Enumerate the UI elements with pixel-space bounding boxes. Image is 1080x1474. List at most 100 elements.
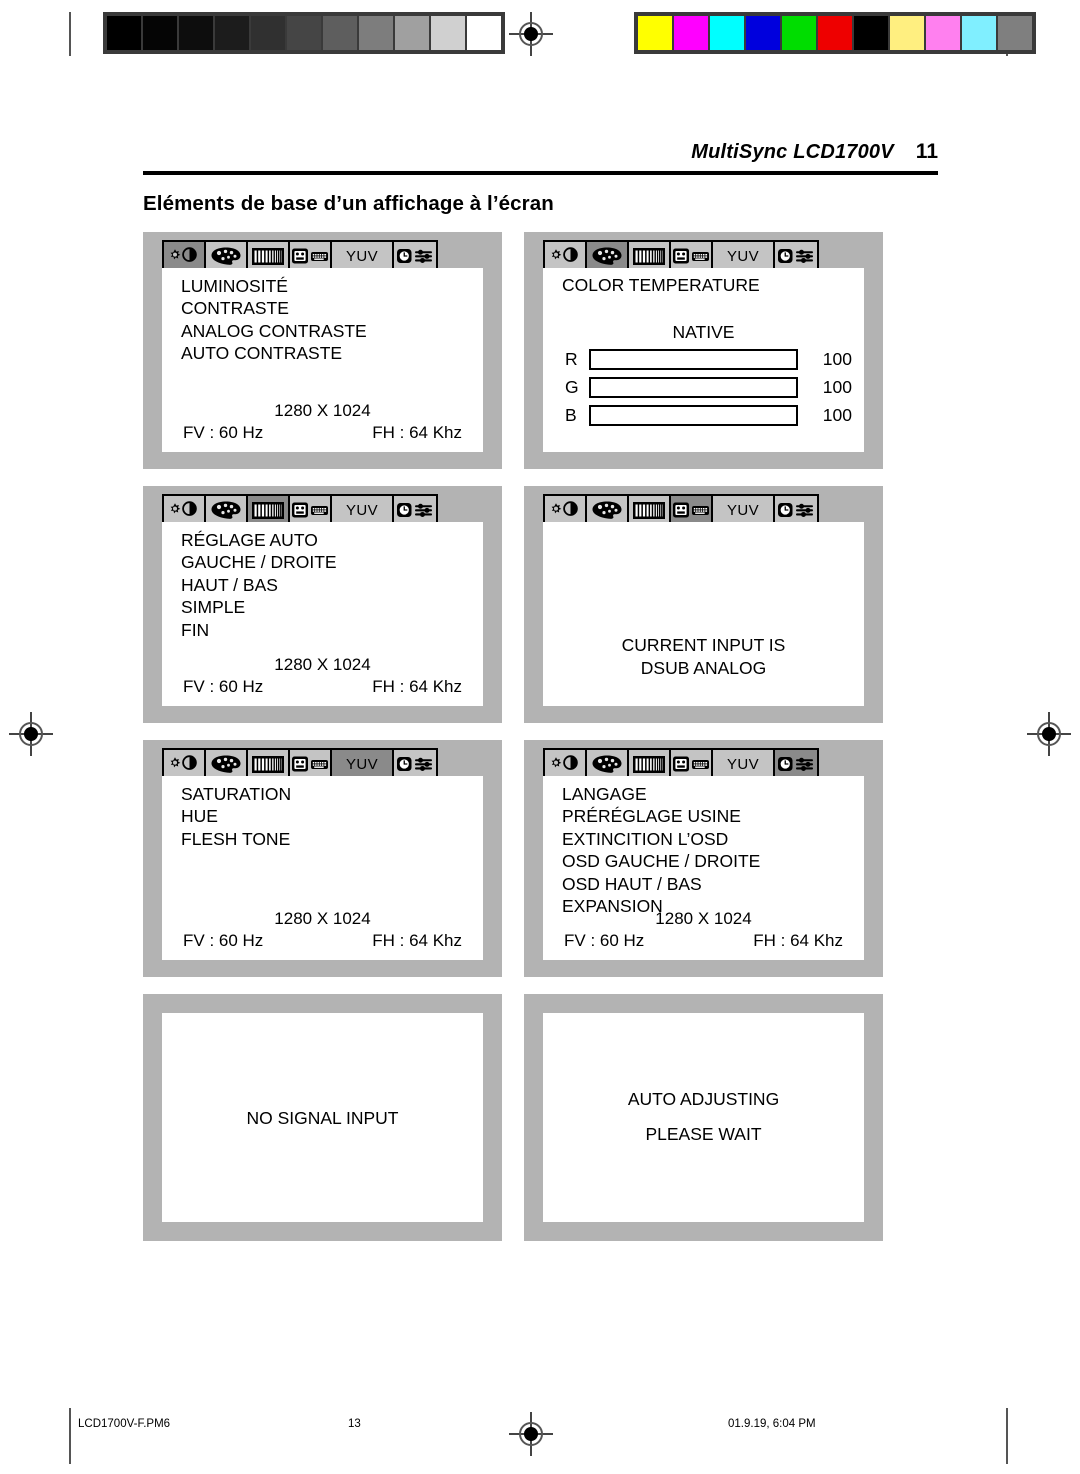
osd-panel-row: YUV LUMINOSITÉ CONTRASTE ANALOG CONTRASTE A… xyxy=(143,232,938,469)
brightness-contrast-icon xyxy=(166,500,202,520)
osd-tab-tools[interactable] xyxy=(394,242,436,270)
osd-tab-input[interactable] xyxy=(290,750,332,778)
rgb-slider-row[interactable]: R 100 xyxy=(565,349,852,370)
osd-panel-row: NO SIGNAL INPUT AUTO ADJUSTING PLEASE WAIT xyxy=(143,994,938,1241)
osd-tab-tools[interactable] xyxy=(394,496,436,524)
yuv-text-icon: YUV xyxy=(345,501,379,519)
color-temperature-preset[interactable]: NATIVE xyxy=(543,322,864,343)
osd-tab-brightness-contrast[interactable] xyxy=(164,750,206,778)
horizontal-frequency-label: FH : 64 Khz xyxy=(372,931,462,950)
yuv-panel: YUV SATURATION HUE FLESH TONE 1280 X 1024 FV… xyxy=(143,740,502,977)
horizontal-frequency-label: FH : 64 Khz xyxy=(753,931,843,950)
rgb-slider-track[interactable] xyxy=(589,405,798,426)
osd-tab-input[interactable] xyxy=(671,496,713,524)
osd-menu-item[interactable]: LUMINOSITÉ xyxy=(181,275,483,297)
osd-menu-item[interactable]: PRÉRÉGLAGE USINE xyxy=(562,805,864,827)
signal-info-block: 1280 X 1024 FV : 60 Hz FH : 64 Khz xyxy=(162,401,483,443)
signal-info-block: 1280 X 1024 FV : 60 Hz FH : 64 Khz xyxy=(162,909,483,951)
osd-tab-input[interactable] xyxy=(290,496,332,524)
osd-menu-item[interactable]: OSD GAUCHE / DROITE xyxy=(562,850,864,872)
calibration-swatch xyxy=(674,16,708,50)
yuv-text-icon: YUV xyxy=(345,755,379,773)
rgb-slider-row[interactable]: G 100 xyxy=(565,377,852,398)
crop-rule-right-bottom xyxy=(1006,1408,1008,1464)
osd-menu-item[interactable]: EXTINCITION L’OSD xyxy=(562,828,864,850)
footer-filename: LCD1700V-F.PM6 xyxy=(78,1418,171,1430)
osd-tab-color[interactable] xyxy=(587,242,629,270)
moire-bars-icon xyxy=(251,247,285,266)
rgb-channel-value: 100 xyxy=(822,377,852,397)
calibration-swatch xyxy=(926,16,960,50)
osd-tab-color[interactable] xyxy=(206,750,248,778)
resolution-label: 1280 X 1024 xyxy=(274,909,371,928)
osd-menu-item[interactable]: CONTRASTE xyxy=(181,297,483,319)
osd-tab-tools[interactable] xyxy=(775,750,817,778)
yuv-text-icon: YUV xyxy=(726,247,760,265)
osd-menu-item[interactable]: OSD HAUT / BAS xyxy=(562,873,864,895)
rgb-slider-track[interactable] xyxy=(589,349,798,370)
osd-tab-yuv[interactable]: YUV xyxy=(713,496,775,524)
osd-tab-input[interactable] xyxy=(290,242,332,270)
calibration-swatch xyxy=(962,16,996,50)
footer-page-number: 13 xyxy=(348,1418,361,1430)
osd-menu-item[interactable]: LANGAGE xyxy=(562,783,864,805)
osd-screen-area: RÉGLAGE AUTO GAUCHE / DROITE HAUT / BAS SIM… xyxy=(162,522,483,706)
osd-tab-color[interactable] xyxy=(206,242,248,270)
osd-tab-brightness-contrast[interactable] xyxy=(545,496,587,524)
osd-tab-yuv[interactable]: YUV xyxy=(332,496,394,524)
osd-tab-geometry[interactable] xyxy=(629,496,671,524)
osd-menu-item[interactable]: SIMPLE xyxy=(181,596,483,618)
osd-menu-item[interactable]: HAUT / BAS xyxy=(181,574,483,596)
osd-menu-item[interactable]: FLESH TONE xyxy=(181,828,483,850)
rgb-slider-group: R 100 G 100 B 100 xyxy=(543,349,864,426)
crop-rule-left-bottom xyxy=(69,1408,71,1464)
osd-tab-brightness-contrast[interactable] xyxy=(164,496,206,524)
osd-tab-tools[interactable] xyxy=(775,496,817,524)
rgb-slider-row[interactable]: B 100 xyxy=(565,405,852,426)
osd-tab-yuv[interactable]: YUV xyxy=(713,750,775,778)
osd-tab-input[interactable] xyxy=(671,750,713,778)
brightness-contrast-icon xyxy=(547,500,583,520)
calibration-swatch xyxy=(215,16,249,50)
osd-tab-brightness-contrast[interactable] xyxy=(545,750,587,778)
osd-menu-item[interactable]: FIN xyxy=(181,619,483,641)
osd-tab-geometry[interactable] xyxy=(248,242,290,270)
osd-menu-item[interactable]: ANALOG CONTRASTE xyxy=(181,320,483,342)
calibration-swatch xyxy=(323,16,357,50)
osd-menu-item[interactable]: RÉGLAGE AUTO xyxy=(181,529,483,551)
rgb-slider-track[interactable] xyxy=(589,377,798,398)
osd-menu-item[interactable]: SATURATION xyxy=(181,783,483,805)
osd-tab-geometry[interactable] xyxy=(629,242,671,270)
osd-menu-item[interactable]: AUTO CONTRASTE xyxy=(181,342,483,364)
rgb-channel-value: 100 xyxy=(822,349,852,369)
osd-tab-brightness-contrast[interactable] xyxy=(164,242,206,270)
osd-tab-yuv[interactable]: YUV xyxy=(332,750,394,778)
osd-tab-yuv[interactable]: YUV xyxy=(713,242,775,270)
osd-tab-tools[interactable] xyxy=(394,750,436,778)
osd-panel-grid: YUV LUMINOSITÉ CONTRASTE ANALOG CONTRASTE A… xyxy=(143,232,938,1258)
signal-info-block: 1280 X 1024 FV : 60 Hz FH : 64 Khz xyxy=(543,909,864,951)
osd-tab-geometry[interactable] xyxy=(248,496,290,524)
osd-menu-item[interactable]: HUE xyxy=(181,805,483,827)
osd-tab-input[interactable] xyxy=(671,242,713,270)
calibration-swatch xyxy=(710,16,744,50)
osd-screen-area: LUMINOSITÉ CONTRASTE ANALOG CONTRASTE AUTO … xyxy=(162,268,483,452)
brightness-contrast-icon xyxy=(166,754,202,774)
clock-tools-icon xyxy=(776,246,816,266)
osd-tab-geometry[interactable] xyxy=(629,750,671,778)
osd-tab-geometry[interactable] xyxy=(248,750,290,778)
osd-message-line: NO SIGNAL INPUT xyxy=(246,1107,399,1128)
osd-tab-color[interactable] xyxy=(206,496,248,524)
osd-tab-yuv[interactable]: YUV xyxy=(332,242,394,270)
resolution-label: 1280 X 1024 xyxy=(274,655,371,674)
color-temperature-panel: YUV COLOR TEMPERATURE NATIVE R 100 G 100 B 100 xyxy=(524,232,883,469)
brightness-contrast-icon xyxy=(166,246,202,266)
calibration-swatch xyxy=(359,16,393,50)
osd-menu-item[interactable]: GAUCHE / DROITE xyxy=(181,551,483,573)
osd-tab-color[interactable] xyxy=(587,750,629,778)
resolution-label: 1280 X 1024 xyxy=(274,401,371,420)
osd-tab-brightness-contrast[interactable] xyxy=(545,242,587,270)
osd-tab-tools[interactable] xyxy=(775,242,817,270)
osd-tab-color[interactable] xyxy=(587,496,629,524)
calibration-swatch xyxy=(638,16,672,50)
